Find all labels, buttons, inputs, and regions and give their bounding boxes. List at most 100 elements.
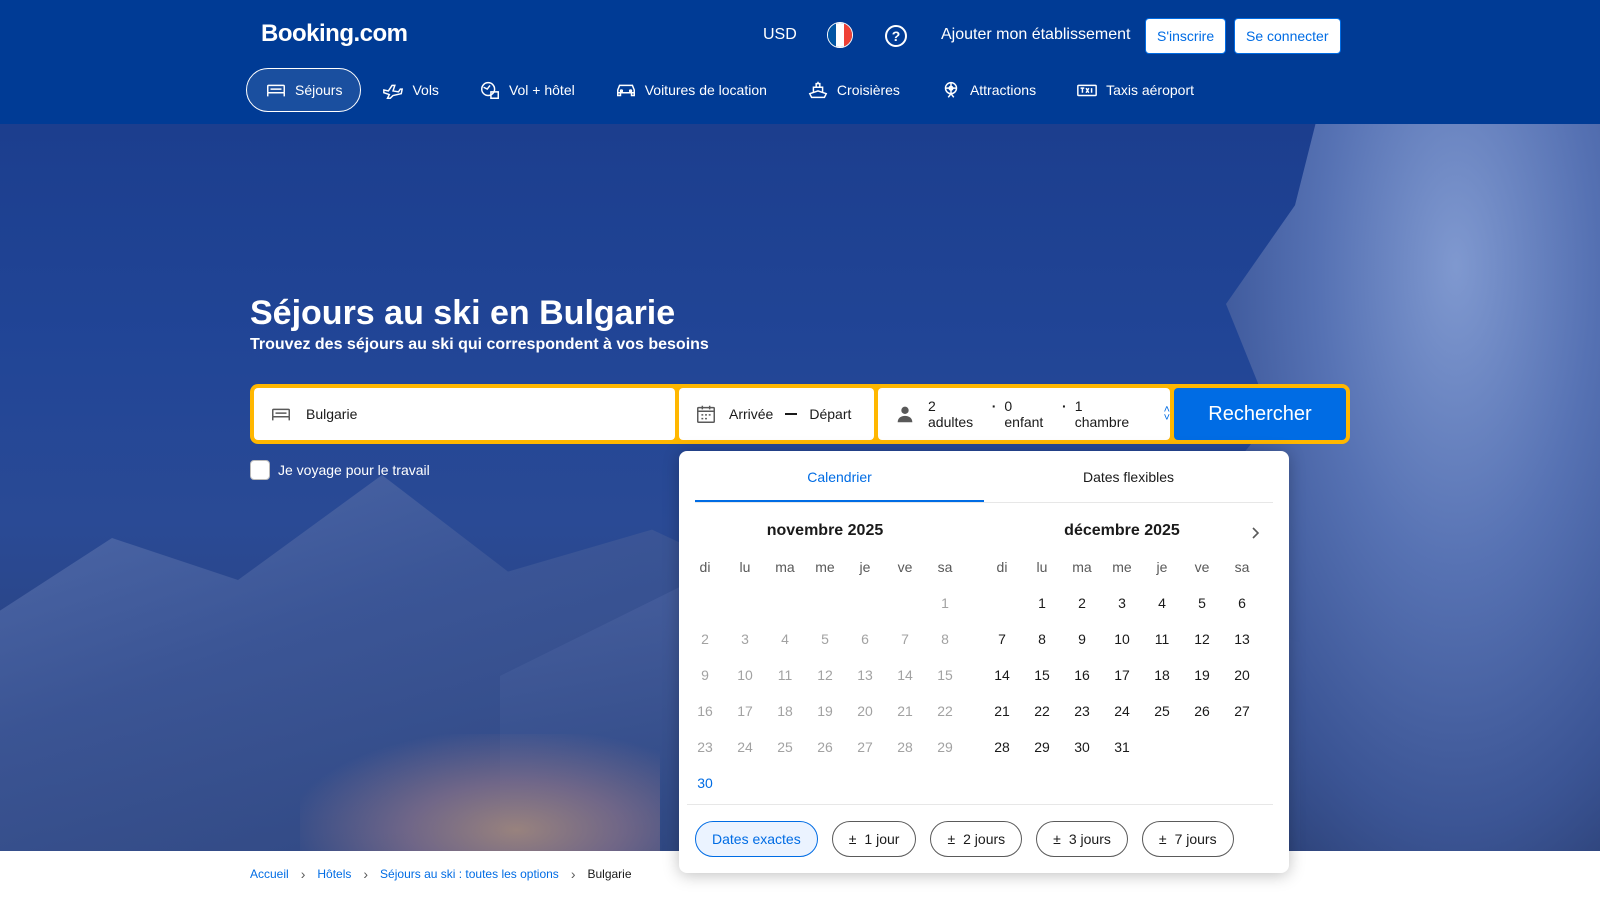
calendar-day[interactable]: 30 xyxy=(685,765,725,801)
chevron-right-icon: › xyxy=(570,866,576,882)
calendar-day: 27 xyxy=(857,739,873,755)
calendar-day[interactable]: 21 xyxy=(982,693,1022,729)
page-title: Séjours au ski en Bulgarie xyxy=(250,294,676,332)
calendar-day[interactable]: 2 xyxy=(1062,585,1102,621)
calendar-day: 6 xyxy=(861,631,869,647)
plane-icon xyxy=(383,84,404,99)
nav-item-airport-taxis[interactable]: Taxis aéroport xyxy=(1057,68,1213,112)
chip-plus-minus-2-days[interactable]: ±2 jours xyxy=(930,821,1023,857)
weekday-label: me xyxy=(1112,559,1132,575)
nav-item-stays[interactable]: Séjours xyxy=(246,68,362,112)
nav-label: Voitures de location xyxy=(644,82,767,98)
calendar-day[interactable]: 22 xyxy=(1022,693,1062,729)
calendar-day[interactable]: 5 xyxy=(1182,585,1222,621)
tab-calendar[interactable]: Calendrier xyxy=(695,451,984,502)
list-property-link[interactable]: Ajouter mon établissement xyxy=(941,26,1130,44)
calendar-day[interactable]: 19 xyxy=(1182,657,1222,693)
breadcrumb-home[interactable]: Accueil xyxy=(250,867,289,881)
chip-plus-minus-3-days[interactable]: ±3 jours xyxy=(1036,821,1128,857)
chip-label: 3 jours xyxy=(1068,831,1111,847)
empty-cell xyxy=(845,585,885,621)
car-icon xyxy=(616,84,635,97)
calendar-day[interactable]: 15 xyxy=(1022,657,1062,693)
calendar-day[interactable]: 13 xyxy=(1222,621,1262,657)
nav-label: Séjours xyxy=(295,82,343,98)
breadcrumb-hotels[interactable]: Hôtels xyxy=(317,867,351,881)
chip-label: 7 jours xyxy=(1174,831,1217,847)
calendar-day: 5 xyxy=(821,631,829,647)
calendar-day[interactable]: 1 xyxy=(1022,585,1062,621)
work-travel-option[interactable]: Je voyage pour le travail xyxy=(250,460,430,480)
currency-selector[interactable]: USD xyxy=(763,26,797,44)
month-november: novembre 2025 di lu ma me je ve sa 1 2 3 4 5 6 7 8 9 10 1… xyxy=(685,521,965,801)
calendar-day: 25 xyxy=(777,739,793,755)
help-icon[interactable]: ? xyxy=(885,25,907,47)
nav-item-attractions[interactable]: Attractions xyxy=(921,68,1055,112)
calendar-day[interactable]: 9 xyxy=(1062,621,1102,657)
calendar-day[interactable]: 16 xyxy=(1062,657,1102,693)
language-flag-icon[interactable] xyxy=(827,22,853,48)
date-field[interactable]: Arrivée Départ xyxy=(679,388,874,440)
calendar-day[interactable]: 30 xyxy=(1062,729,1102,765)
calendar-day: 12 xyxy=(817,667,833,683)
calendar-day[interactable]: 31 xyxy=(1102,729,1142,765)
chip-plus-minus-1-day[interactable]: ±1 jour xyxy=(831,821,917,857)
calendar-day[interactable]: 20 xyxy=(1222,657,1262,693)
calendar-day[interactable]: 25 xyxy=(1142,693,1182,729)
calendar-day[interactable]: 10 xyxy=(1102,621,1142,657)
calendar-day: 10 xyxy=(737,667,753,683)
calendar-day[interactable]: 3 xyxy=(1102,585,1142,621)
calendar-day[interactable]: 7 xyxy=(982,621,1022,657)
work-travel-label: Je voyage pour le travail xyxy=(278,462,430,478)
month-december: décembre 2025 di lu ma me je ve sa 1 2 3 4 5 6 7 8 9 10 1… xyxy=(982,521,1262,765)
chevron-right-icon[interactable] xyxy=(1247,525,1263,541)
nav-item-flight-hotel[interactable]: Vol + hôtel xyxy=(460,68,594,112)
chip-plus-minus-7-days[interactable]: ±7 jours xyxy=(1141,821,1234,857)
occupancy-field[interactable]: 2 adultes · 0 enfant · 1 chambre ˄ ˅ xyxy=(878,388,1170,440)
tab-flexible-dates[interactable]: Dates flexibles xyxy=(984,451,1273,502)
plus-minus-icon: ± xyxy=(947,831,956,847)
nav-item-flights[interactable]: Vols xyxy=(363,68,457,112)
nav-item-cruises[interactable]: Croisières xyxy=(788,68,919,112)
breadcrumb-ski-stays[interactable]: Séjours au ski : toutes les options xyxy=(380,867,559,881)
calendar-day[interactable]: 29 xyxy=(1022,729,1062,765)
destination-field[interactable]: Bulgarie xyxy=(254,388,675,440)
weekday-label: me xyxy=(815,559,835,575)
bed-icon xyxy=(272,408,290,421)
calendar-day[interactable]: 17 xyxy=(1102,657,1142,693)
weekday-label: di xyxy=(699,559,711,575)
calendar-day[interactable]: 12 xyxy=(1182,621,1222,657)
calendar-day[interactable]: 4 xyxy=(1142,585,1182,621)
bed-icon xyxy=(267,84,285,97)
taxi-icon xyxy=(1077,84,1097,97)
rooms-count: 1 chambre xyxy=(1074,398,1130,430)
nav-label: Attractions xyxy=(969,82,1037,98)
plane-hotel-icon xyxy=(480,81,499,99)
calendar-day[interactable]: 18 xyxy=(1142,657,1182,693)
calendar-day[interactable]: 8 xyxy=(1022,621,1062,657)
calendar-day[interactable]: 23 xyxy=(1062,693,1102,729)
work-travel-checkbox[interactable] xyxy=(250,460,270,480)
nav-label: Vols xyxy=(412,82,439,98)
register-button[interactable]: S'inscrire xyxy=(1145,18,1227,54)
calendar-day[interactable]: 11 xyxy=(1142,621,1182,657)
nav-item-car-rental[interactable]: Voitures de location xyxy=(596,68,786,112)
calendar-day[interactable]: 6 xyxy=(1222,585,1262,621)
calendar-day[interactable]: 14 xyxy=(982,657,1022,693)
calendar-day: 26 xyxy=(817,739,833,755)
calendar-day: 29 xyxy=(937,739,953,755)
weekday-label: lu xyxy=(739,559,751,575)
search-button[interactable]: Rechercher xyxy=(1174,388,1346,440)
calendar-day: 2 xyxy=(701,631,709,647)
calendar-day[interactable]: 24 xyxy=(1102,693,1142,729)
booking-logo[interactable]: Booking.com xyxy=(261,20,408,48)
page-subtitle: Trouvez des séjours au ski qui correspon… xyxy=(250,336,709,353)
calendar-day[interactable]: 27 xyxy=(1222,693,1262,729)
calendar-day[interactable]: 28 xyxy=(982,729,1022,765)
calendar-day[interactable]: 26 xyxy=(1182,693,1222,729)
chip-label: 2 jours xyxy=(963,831,1006,847)
month-title: décembre 2025 xyxy=(1064,522,1180,539)
chip-exact-dates[interactable]: Dates exactes xyxy=(695,821,818,857)
login-button[interactable]: Se connecter xyxy=(1234,18,1341,54)
village-lights xyxy=(300,734,660,851)
